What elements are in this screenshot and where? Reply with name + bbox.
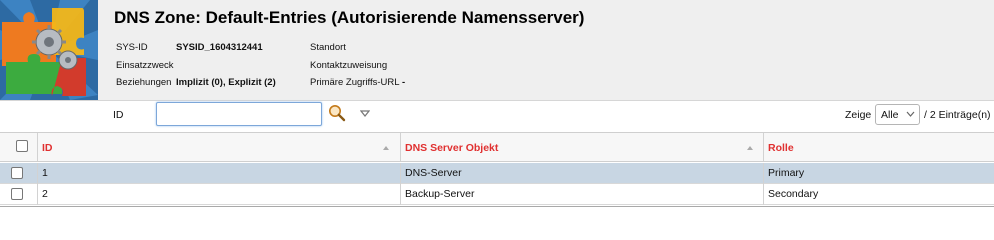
select-all-checkbox[interactable] xyxy=(16,140,28,152)
show-count-value: Alle xyxy=(881,109,899,121)
column-divider xyxy=(763,163,764,184)
meta-label-zugriffs-url: Primäre Zugriffs-URL xyxy=(310,77,400,88)
cell-id: 1 xyxy=(42,167,48,179)
table-bottom-border xyxy=(0,206,994,207)
column-header-rolle-label: Rolle xyxy=(768,142,794,154)
column-header-dns-server-objekt[interactable]: DNS Server Objekt xyxy=(400,133,763,161)
triangle-down-icon[interactable] xyxy=(359,110,371,118)
puzzle-gears-logo-icon xyxy=(0,0,98,100)
meta-label-beziehungen: Beziehungen xyxy=(116,77,172,88)
page-header: DNS Zone: Default-Entries (Autorisierend… xyxy=(0,0,994,100)
column-header-dns-server-objekt-label: DNS Server Objekt xyxy=(405,142,499,154)
meta-label-sys-id: SYS-ID xyxy=(116,42,148,53)
column-divider xyxy=(400,184,401,205)
show-label: Zeige xyxy=(845,109,872,121)
meta-value-zugriffs-url: - xyxy=(402,77,406,88)
chevron-down-icon xyxy=(906,111,915,117)
table-row[interactable]: 1 DNS-Server Primary xyxy=(0,163,994,184)
column-divider xyxy=(37,184,38,205)
meta-value-beziehungen: Implizit (0), Explizit (2) xyxy=(176,77,276,88)
show-count-select[interactable]: Alle xyxy=(875,104,920,125)
row-checkbox[interactable] xyxy=(11,167,23,179)
column-divider xyxy=(37,163,38,184)
meta-label-standort: Standort xyxy=(310,42,346,53)
sort-arrow-icon[interactable] xyxy=(746,145,754,151)
cell-dns-server-objekt: DNS-Server xyxy=(405,167,462,179)
magnifier-search-icon[interactable] xyxy=(328,104,346,122)
column-header-rolle[interactable]: Rolle xyxy=(763,133,994,161)
cell-id: 2 xyxy=(42,188,48,200)
column-divider xyxy=(400,163,401,184)
meta-label-einsatzzweck: Einsatzzweck xyxy=(116,60,174,71)
filter-field-label: ID xyxy=(113,109,124,121)
column-header-id-label: ID xyxy=(42,142,53,154)
meta-label-kontaktzuweisung: Kontaktzuweisung xyxy=(310,60,388,71)
column-divider xyxy=(763,184,764,205)
sort-arrow-icon[interactable] xyxy=(382,145,390,151)
column-header-id[interactable]: ID xyxy=(37,133,400,161)
cell-rolle: Secondary xyxy=(768,188,819,200)
meta-value-sys-id: SYSID_1604312441 xyxy=(176,42,263,53)
cell-rolle: Primary xyxy=(768,167,805,179)
table-header-row: ID DNS Server Objekt Rolle xyxy=(0,132,994,162)
entry-count: / 2 Einträge(n) xyxy=(924,109,991,121)
filter-input[interactable] xyxy=(156,102,322,126)
table-row[interactable]: 2 Backup-Server Secondary xyxy=(0,184,994,205)
row-checkbox[interactable] xyxy=(11,188,23,200)
cell-dns-server-objekt: Backup-Server xyxy=(405,188,475,200)
header-divider xyxy=(0,100,994,101)
page-title: DNS Zone: Default-Entries (Autorisierend… xyxy=(114,8,585,27)
